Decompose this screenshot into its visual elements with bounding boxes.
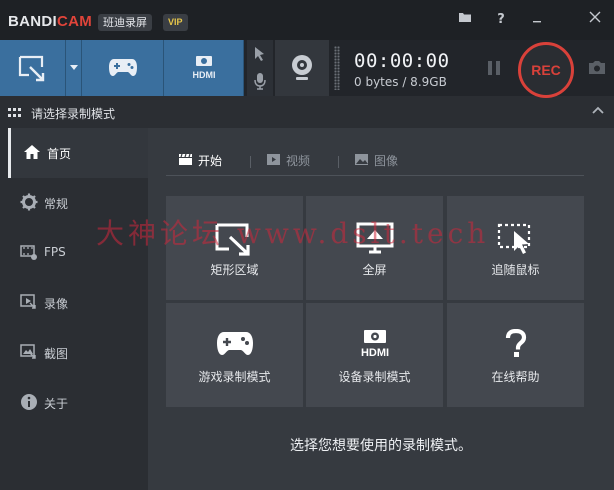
- home-icon: [24, 145, 40, 159]
- vip-badge[interactable]: VIP: [163, 14, 188, 31]
- tab-label: 开始: [198, 154, 223, 168]
- separator-dots: [334, 46, 340, 90]
- gamepad-icon: [109, 59, 137, 76]
- tab-separator: [338, 156, 339, 168]
- help-icon[interactable]: ?: [490, 10, 512, 30]
- tile-online-help[interactable]: 在线帮助: [447, 303, 584, 407]
- hint-text: 选择您想要使用的录制模式。: [290, 438, 472, 454]
- webcam-button[interactable]: [275, 40, 329, 96]
- tab-label: 视频: [286, 154, 311, 168]
- info-icon: [21, 394, 37, 410]
- sidebar-item-label: 截图: [44, 347, 69, 361]
- device-mode-button[interactable]: HDMI: [164, 40, 244, 96]
- audio-controls: [247, 40, 273, 96]
- sidebar-item-label: 录像: [44, 297, 69, 311]
- microphone-icon[interactable]: [253, 72, 267, 90]
- watermark-text: 大神论坛 www.dslt.tech: [96, 217, 490, 250]
- rectangle-area-icon: [18, 55, 45, 82]
- sidebar-item-home[interactable]: 首页: [8, 128, 148, 178]
- tile-label: 矩形区域: [210, 263, 259, 277]
- title-bar: BANDICAM 班迪录屏 VIP ?: [0, 0, 614, 40]
- tile-label: 在线帮助: [491, 370, 540, 384]
- section-title: 请选择录制模式: [31, 107, 116, 121]
- image-icon: [20, 344, 36, 359]
- rec-button[interactable]: REC: [518, 42, 574, 98]
- webcam-icon: [292, 55, 312, 80]
- chevron-up-icon[interactable]: [592, 106, 604, 114]
- tile-label: 追随鼠标: [491, 263, 540, 277]
- pause-icon[interactable]: [487, 60, 501, 76]
- tile-label: 游戏录制模式: [198, 370, 271, 384]
- sidebar-item-label: 常规: [44, 197, 69, 211]
- tab-bar: 开始 视频 图像: [166, 148, 584, 176]
- sidebar-item-label: 首页: [47, 147, 72, 161]
- screenshot-camera-icon[interactable]: [588, 60, 606, 75]
- tab-separator: [250, 156, 251, 168]
- question-icon: [505, 329, 526, 357]
- clapper-icon: [179, 153, 192, 165]
- hdmi-device-icon: HDMI: [193, 56, 216, 80]
- sidebar-item-screenshot[interactable]: 截图: [8, 328, 148, 378]
- hdmi-device-icon: HDMI: [360, 330, 389, 359]
- gamepad-icon: [216, 332, 253, 355]
- app-name-chip: 班迪录屏: [98, 14, 152, 31]
- follow-mouse-icon: [497, 223, 530, 254]
- tab-label: 图像: [374, 154, 399, 168]
- svg-text:HDMI: HDMI: [193, 70, 216, 80]
- svg-text:HDMI: HDMI: [360, 347, 388, 359]
- game-mode-button[interactable]: [82, 40, 164, 96]
- tile-game-mode[interactable]: 游戏录制模式: [166, 303, 303, 407]
- chevron-down-icon: [70, 65, 78, 70]
- main-panel: 开始 视频 图像 矩形区域 全屏 追随鼠标 游戏录制模式 HDMI 设备录制模式…: [148, 128, 614, 490]
- speaker-cursor-icon[interactable]: [253, 46, 267, 62]
- fps-icon: [20, 245, 37, 260]
- sidebar-item-label: FPS: [44, 245, 66, 259]
- file-size-status: 0 bytes / 8.9GB: [354, 75, 447, 89]
- video-icon: [20, 294, 36, 309]
- record-timer: 00:00:00: [354, 50, 450, 72]
- close-icon[interactable]: [584, 10, 606, 30]
- tile-label: 设备录制模式: [338, 370, 411, 384]
- minimize-icon[interactable]: [526, 10, 548, 30]
- brand-logo: BANDICAM: [8, 13, 93, 30]
- screen-mode-button[interactable]: [0, 40, 66, 96]
- picture-icon: [355, 154, 368, 165]
- sidebar-item-about[interactable]: 关于: [8, 378, 148, 428]
- folder-icon[interactable]: [454, 10, 476, 30]
- section-header: 请选择录制模式: [0, 100, 614, 126]
- gear-icon: [20, 193, 38, 211]
- sidebar: 首页 常规 FPS 录像 截图 关于: [8, 128, 148, 490]
- tile-device-mode[interactable]: HDMI 设备录制模式: [306, 303, 443, 407]
- tile-label: 全屏: [362, 263, 387, 277]
- sidebar-item-label: 关于: [44, 397, 69, 411]
- grid-icon: [8, 108, 21, 117]
- mode-dropdown-button[interactable]: [66, 40, 82, 96]
- play-icon: [267, 154, 280, 165]
- sidebar-item-video[interactable]: 录像: [8, 278, 148, 328]
